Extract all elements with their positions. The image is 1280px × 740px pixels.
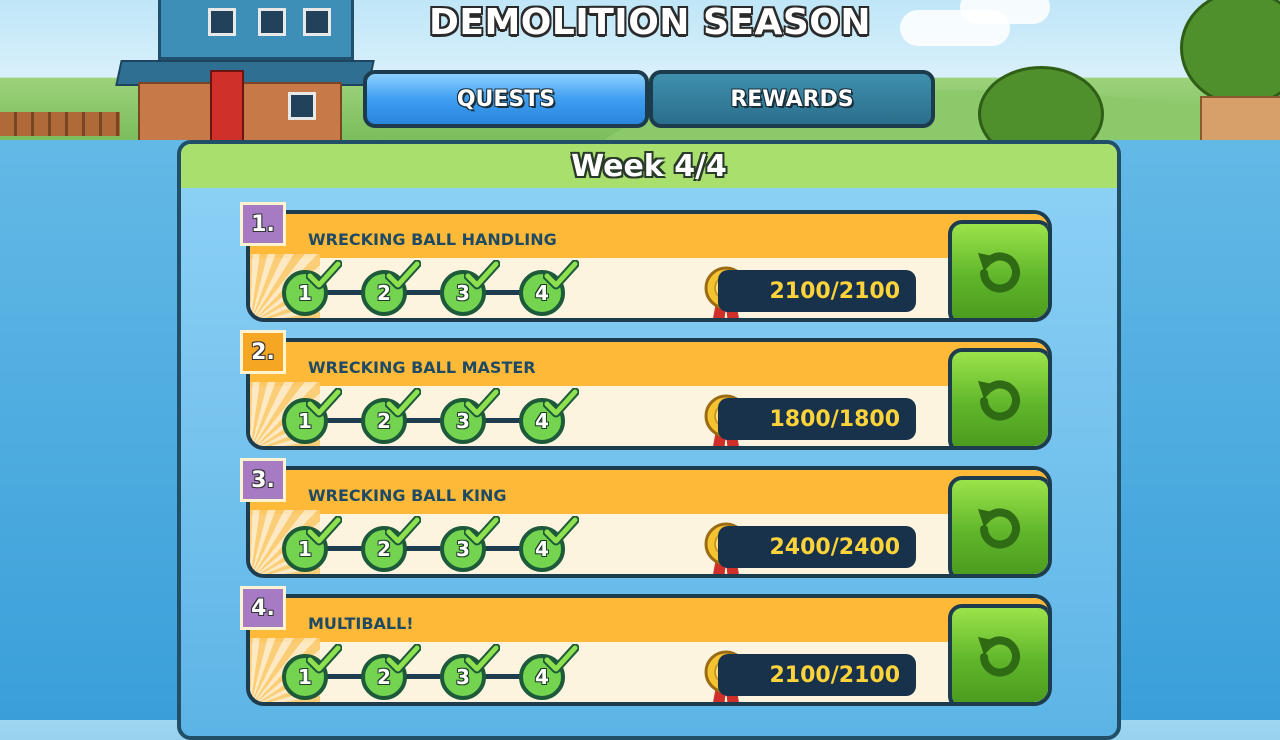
tab-quests[interactable]: QUESTS <box>363 70 649 128</box>
checkmark-icon <box>306 388 342 418</box>
checkmark-icon <box>464 388 500 418</box>
quest-progress: 2100/2100 <box>718 654 916 696</box>
season-title: DEMOLITION SEASON <box>429 2 871 43</box>
crate <box>1200 96 1280 140</box>
restart-button[interactable] <box>948 604 1048 702</box>
quest-name: WRECKING BALL MASTER <box>308 358 536 377</box>
stage-circle: 4 <box>519 260 579 316</box>
quest-progress: 2400/2400 <box>718 526 916 568</box>
stage-circle: 3 <box>440 516 500 572</box>
quest-row: WRECKING BALL HANDLING 1234 2100/2100 1. <box>240 202 1052 326</box>
stage-circle: 4 <box>519 388 579 444</box>
tree <box>978 66 1104 140</box>
quest-name: WRECKING BALL HANDLING <box>308 230 557 249</box>
quest-stages: 1234 <box>282 644 579 700</box>
stage-circle: 2 <box>361 260 421 316</box>
quest-row: WRECKING BALL MASTER 1234 1800/1800 2. <box>240 330 1052 454</box>
quest-card: WRECKING BALL KING 1234 2400/2400 <box>246 466 1052 578</box>
quest-number-badge: 4. <box>240 586 286 630</box>
quest-name: MULTIBALL! <box>308 614 414 633</box>
stage-circle: 4 <box>519 516 579 572</box>
checkmark-icon <box>385 644 421 674</box>
quest-progress: 2100/2100 <box>718 270 916 312</box>
checkmark-icon <box>464 516 500 546</box>
checkmark-icon <box>543 260 579 290</box>
checkmark-icon <box>306 644 342 674</box>
tab-rewards[interactable]: REWARDS <box>649 70 935 128</box>
quest-row: WRECKING BALL KING 1234 2400/2400 3. <box>240 458 1052 582</box>
restart-button[interactable] <box>948 348 1048 446</box>
quest-row: MULTIBALL! 1234 2100/2100 4. <box>240 586 1052 710</box>
quest-stages: 1234 <box>282 388 579 444</box>
stage-circle: 1 <box>282 516 342 572</box>
stage-circle: 2 <box>361 388 421 444</box>
stage-circle: 1 <box>282 260 342 316</box>
checkmark-icon <box>543 516 579 546</box>
restart-icon <box>978 508 1020 549</box>
restart-icon <box>978 252 1020 293</box>
week-label: Week 4/4 <box>181 144 1117 188</box>
quest-number-badge: 3. <box>240 458 286 502</box>
stage-circle: 1 <box>282 644 342 700</box>
restart-button[interactable] <box>948 476 1048 574</box>
stage-circle: 2 <box>361 516 421 572</box>
quest-card: WRECKING BALL MASTER 1234 1800/1800 <box>246 338 1052 450</box>
quest-name: WRECKING BALL KING <box>308 486 507 505</box>
fence <box>0 112 120 136</box>
checkmark-icon <box>543 644 579 674</box>
checkmark-icon <box>385 516 421 546</box>
restart-icon <box>978 380 1020 421</box>
quest-number-badge: 2. <box>240 330 286 374</box>
stage-circle: 4 <box>519 644 579 700</box>
restart-button[interactable] <box>948 220 1048 318</box>
checkmark-icon <box>385 260 421 290</box>
quest-stages: 1234 <box>282 516 579 572</box>
quest-stages: 1234 <box>282 260 579 316</box>
quest-card: MULTIBALL! 1234 2100/2100 <box>246 594 1052 706</box>
checkmark-icon <box>385 388 421 418</box>
stage-circle: 3 <box>440 260 500 316</box>
checkmark-icon <box>306 516 342 546</box>
checkmark-icon <box>543 388 579 418</box>
quest-progress: 1800/1800 <box>718 398 916 440</box>
checkmark-icon <box>306 260 342 290</box>
checkmark-icon <box>464 260 500 290</box>
stage-circle: 1 <box>282 388 342 444</box>
checkmark-icon <box>464 644 500 674</box>
stage-circle: 3 <box>440 644 500 700</box>
quest-number-badge: 1. <box>240 202 286 246</box>
stage-circle: 2 <box>361 644 421 700</box>
quest-card: WRECKING BALL HANDLING 1234 2100/2100 <box>246 210 1052 322</box>
restart-icon <box>978 636 1020 677</box>
stage-circle: 3 <box>440 388 500 444</box>
